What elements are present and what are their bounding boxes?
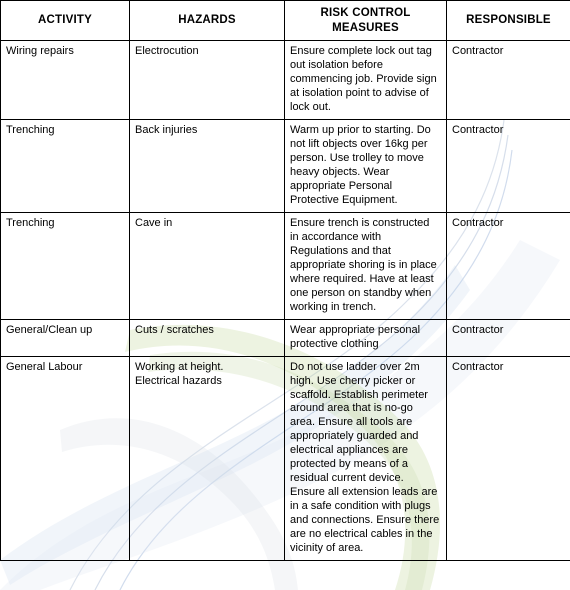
table-header-row: ACTIVITY HAZARDS RISK CONTROL MEASURES R… (0, 0, 570, 42)
cell-responsible: Contractor (446, 318, 570, 357)
cell-responsible: Contractor (446, 40, 570, 121)
cell-activity: General/Clean up (0, 318, 130, 357)
column-header-hazards: HAZARDS (129, 0, 285, 42)
cell-responsible: Contractor (446, 355, 570, 562)
cell-measures: Ensure trench is constructed in accordan… (284, 211, 447, 320)
cell-hazards: Working at height. Electrical hazards (129, 355, 285, 562)
cell-activity: General Labour (0, 355, 130, 562)
cell-activity: Trenching (0, 119, 130, 213)
cell-hazards: Back injuries (129, 119, 285, 213)
cell-hazards: Cave in (129, 211, 285, 320)
table-row: Wiring repairs Electrocution Ensure comp… (0, 40, 570, 121)
cell-hazards: Cuts / scratches (129, 318, 285, 357)
table-row: Trenching Cave in Ensure trench is const… (0, 211, 570, 320)
table-row: Trenching Back injuries Warm up prior to… (0, 119, 570, 213)
risk-assessment-table: ACTIVITY HAZARDS RISK CONTROL MEASURES R… (0, 0, 570, 562)
cell-responsible: Contractor (446, 211, 570, 320)
column-header-responsible: RESPONSIBLE (446, 0, 570, 42)
column-header-activity: ACTIVITY (0, 0, 130, 42)
column-header-risk-control-measures: RISK CONTROL MEASURES (284, 0, 447, 42)
document-page: ACTIVITY HAZARDS RISK CONTROL MEASURES R… (0, 0, 570, 590)
table-row: General/Clean up Cuts / scratches Wear a… (0, 318, 570, 357)
cell-activity: Wiring repairs (0, 40, 130, 121)
cell-measures: Wear appropriate personal protective clo… (284, 318, 447, 357)
table-row: General Labour Working at height. Electr… (0, 355, 570, 562)
cell-activity: Trenching (0, 211, 130, 320)
cell-measures: Do not use ladder over 2m high. Use cher… (284, 355, 447, 562)
cell-responsible: Contractor (446, 119, 570, 213)
cell-measures: Ensure complete lock out tag out isolati… (284, 40, 447, 121)
cell-measures: Warm up prior to starting. Do not lift o… (284, 119, 447, 213)
cell-hazards: Electrocution (129, 40, 285, 121)
